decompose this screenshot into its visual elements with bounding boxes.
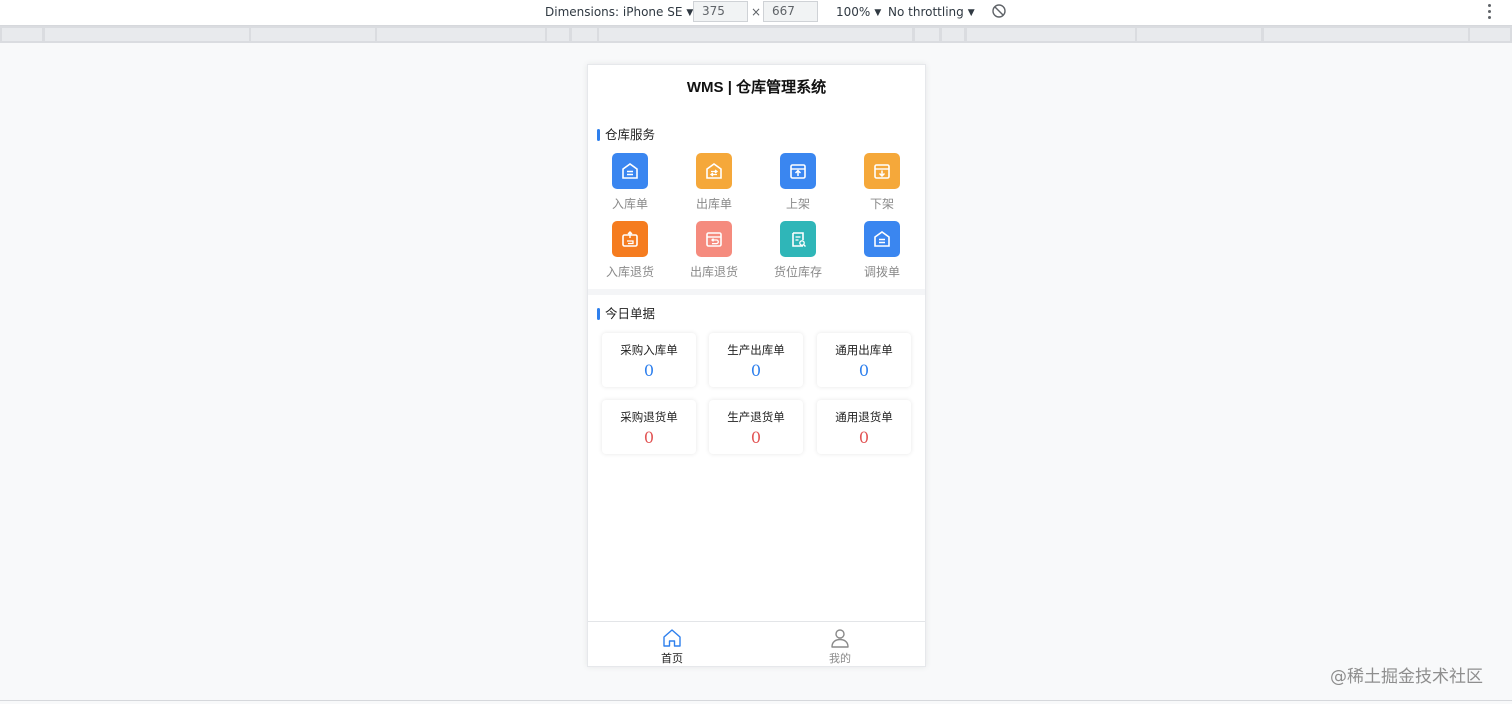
section-divider (588, 289, 925, 295)
rotate-icon[interactable] (991, 3, 1007, 19)
service-shelve[interactable]: 上架 (758, 153, 838, 212)
more-options-icon[interactable] (1486, 3, 1492, 21)
zoom-label: 100% (836, 5, 871, 19)
service-label: 调拨单 (863, 265, 900, 279)
devtools-toolbar: Dimensions: iPhone SE ▼ 375 × 667 100% ▼ N… (0, 0, 1512, 26)
page-title: WMS | 仓库管理系统 (686, 79, 827, 96)
today-section-title: 今日单据 (597, 307, 655, 321)
service-transfer-order[interactable]: 调拨单 (842, 221, 922, 280)
card-label: 采购退货单 (620, 410, 678, 424)
service-label: 货位库存 (773, 265, 822, 279)
throttling-dropdown[interactable]: No throttling ▼ (888, 0, 975, 24)
warehouse-in-icon (612, 153, 648, 189)
chevron-down-icon: ▼ (874, 8, 882, 18)
card-production-return[interactable]: 生产退货单 0 (709, 400, 803, 454)
user-icon (831, 629, 849, 648)
card-value: 0 (858, 428, 870, 447)
home-icon (663, 629, 681, 647)
media-query-bar (0, 26, 1512, 43)
card-label: 采购入库单 (620, 343, 678, 357)
watermark-text: @稀土掘金技术社区 (1330, 667, 1483, 687)
card-value: 0 (643, 361, 655, 380)
card-purchase-return[interactable]: 采购退货单 0 (602, 400, 696, 454)
service-outbound-return[interactable]: 出库退货 (674, 221, 754, 280)
service-unshelve[interactable]: 下架 (842, 153, 922, 212)
card-value: 0 (643, 428, 655, 447)
clipboard-search-icon (780, 221, 816, 257)
card-value: 0 (858, 361, 870, 380)
box-up-icon (780, 153, 816, 189)
service-label: 入库退货 (605, 265, 654, 279)
throttling-label: No throttling (888, 5, 964, 19)
service-label: 出库退货 (689, 265, 738, 279)
warehouse-transfer-icon (864, 221, 900, 257)
bottom-tab-bar: 首页 我的 (588, 621, 925, 666)
card-general-outbound[interactable]: 通用出库单 0 (817, 333, 911, 387)
bottom-border (0, 700, 1512, 701)
tab-label: 我的 (829, 652, 851, 665)
zoom-dropdown[interactable]: 100% ▼ (836, 0, 881, 24)
device-dimensions-dropdown[interactable]: Dimensions: iPhone SE ▼ (545, 0, 693, 24)
card-general-return[interactable]: 通用退货单 0 (817, 400, 911, 454)
box-return-out-icon (696, 221, 732, 257)
card-label: 通用出库单 (835, 343, 893, 357)
service-label: 出库单 (695, 197, 732, 211)
tab-home[interactable]: 首页 (588, 622, 756, 666)
card-value: 0 (750, 361, 762, 380)
warehouse-out-icon (696, 153, 732, 189)
service-label: 下架 (869, 197, 894, 211)
service-label: 上架 (785, 197, 810, 211)
device-width-input[interactable]: 375 (693, 1, 748, 22)
card-production-outbound[interactable]: 生产出库单 0 (709, 333, 803, 387)
service-inbound-return[interactable]: 入库退货 (590, 221, 670, 280)
service-outbound-order[interactable]: 出库单 (674, 153, 754, 212)
card-value: 0 (750, 428, 762, 447)
box-return-in-icon (612, 221, 648, 257)
chevron-down-icon: ▼ (967, 8, 975, 18)
service-inbound-order[interactable]: 入库单 (590, 153, 670, 212)
service-label: 入库单 (611, 197, 648, 211)
device-height-input[interactable]: 667 (763, 1, 818, 22)
tab-label: 首页 (661, 652, 683, 665)
card-label: 生产退货单 (727, 410, 785, 424)
services-section-title: 仓库服务 (597, 128, 655, 142)
phone-viewport: WMS | 仓库管理系统 仓库服务 入库单 出库单 上架 下架 入库退货 出库退… (587, 64, 926, 667)
card-label: 通用退货单 (835, 410, 893, 424)
device-dimensions-label: Dimensions: iPhone SE (545, 5, 683, 19)
box-down-icon (864, 153, 900, 189)
tab-mine[interactable]: 我的 (756, 622, 924, 666)
card-label: 生产出库单 (727, 343, 785, 357)
service-location-stock[interactable]: 货位库存 (758, 221, 838, 280)
dimension-separator: × (751, 5, 762, 19)
card-purchase-inbound[interactable]: 采购入库单 0 (602, 333, 696, 387)
